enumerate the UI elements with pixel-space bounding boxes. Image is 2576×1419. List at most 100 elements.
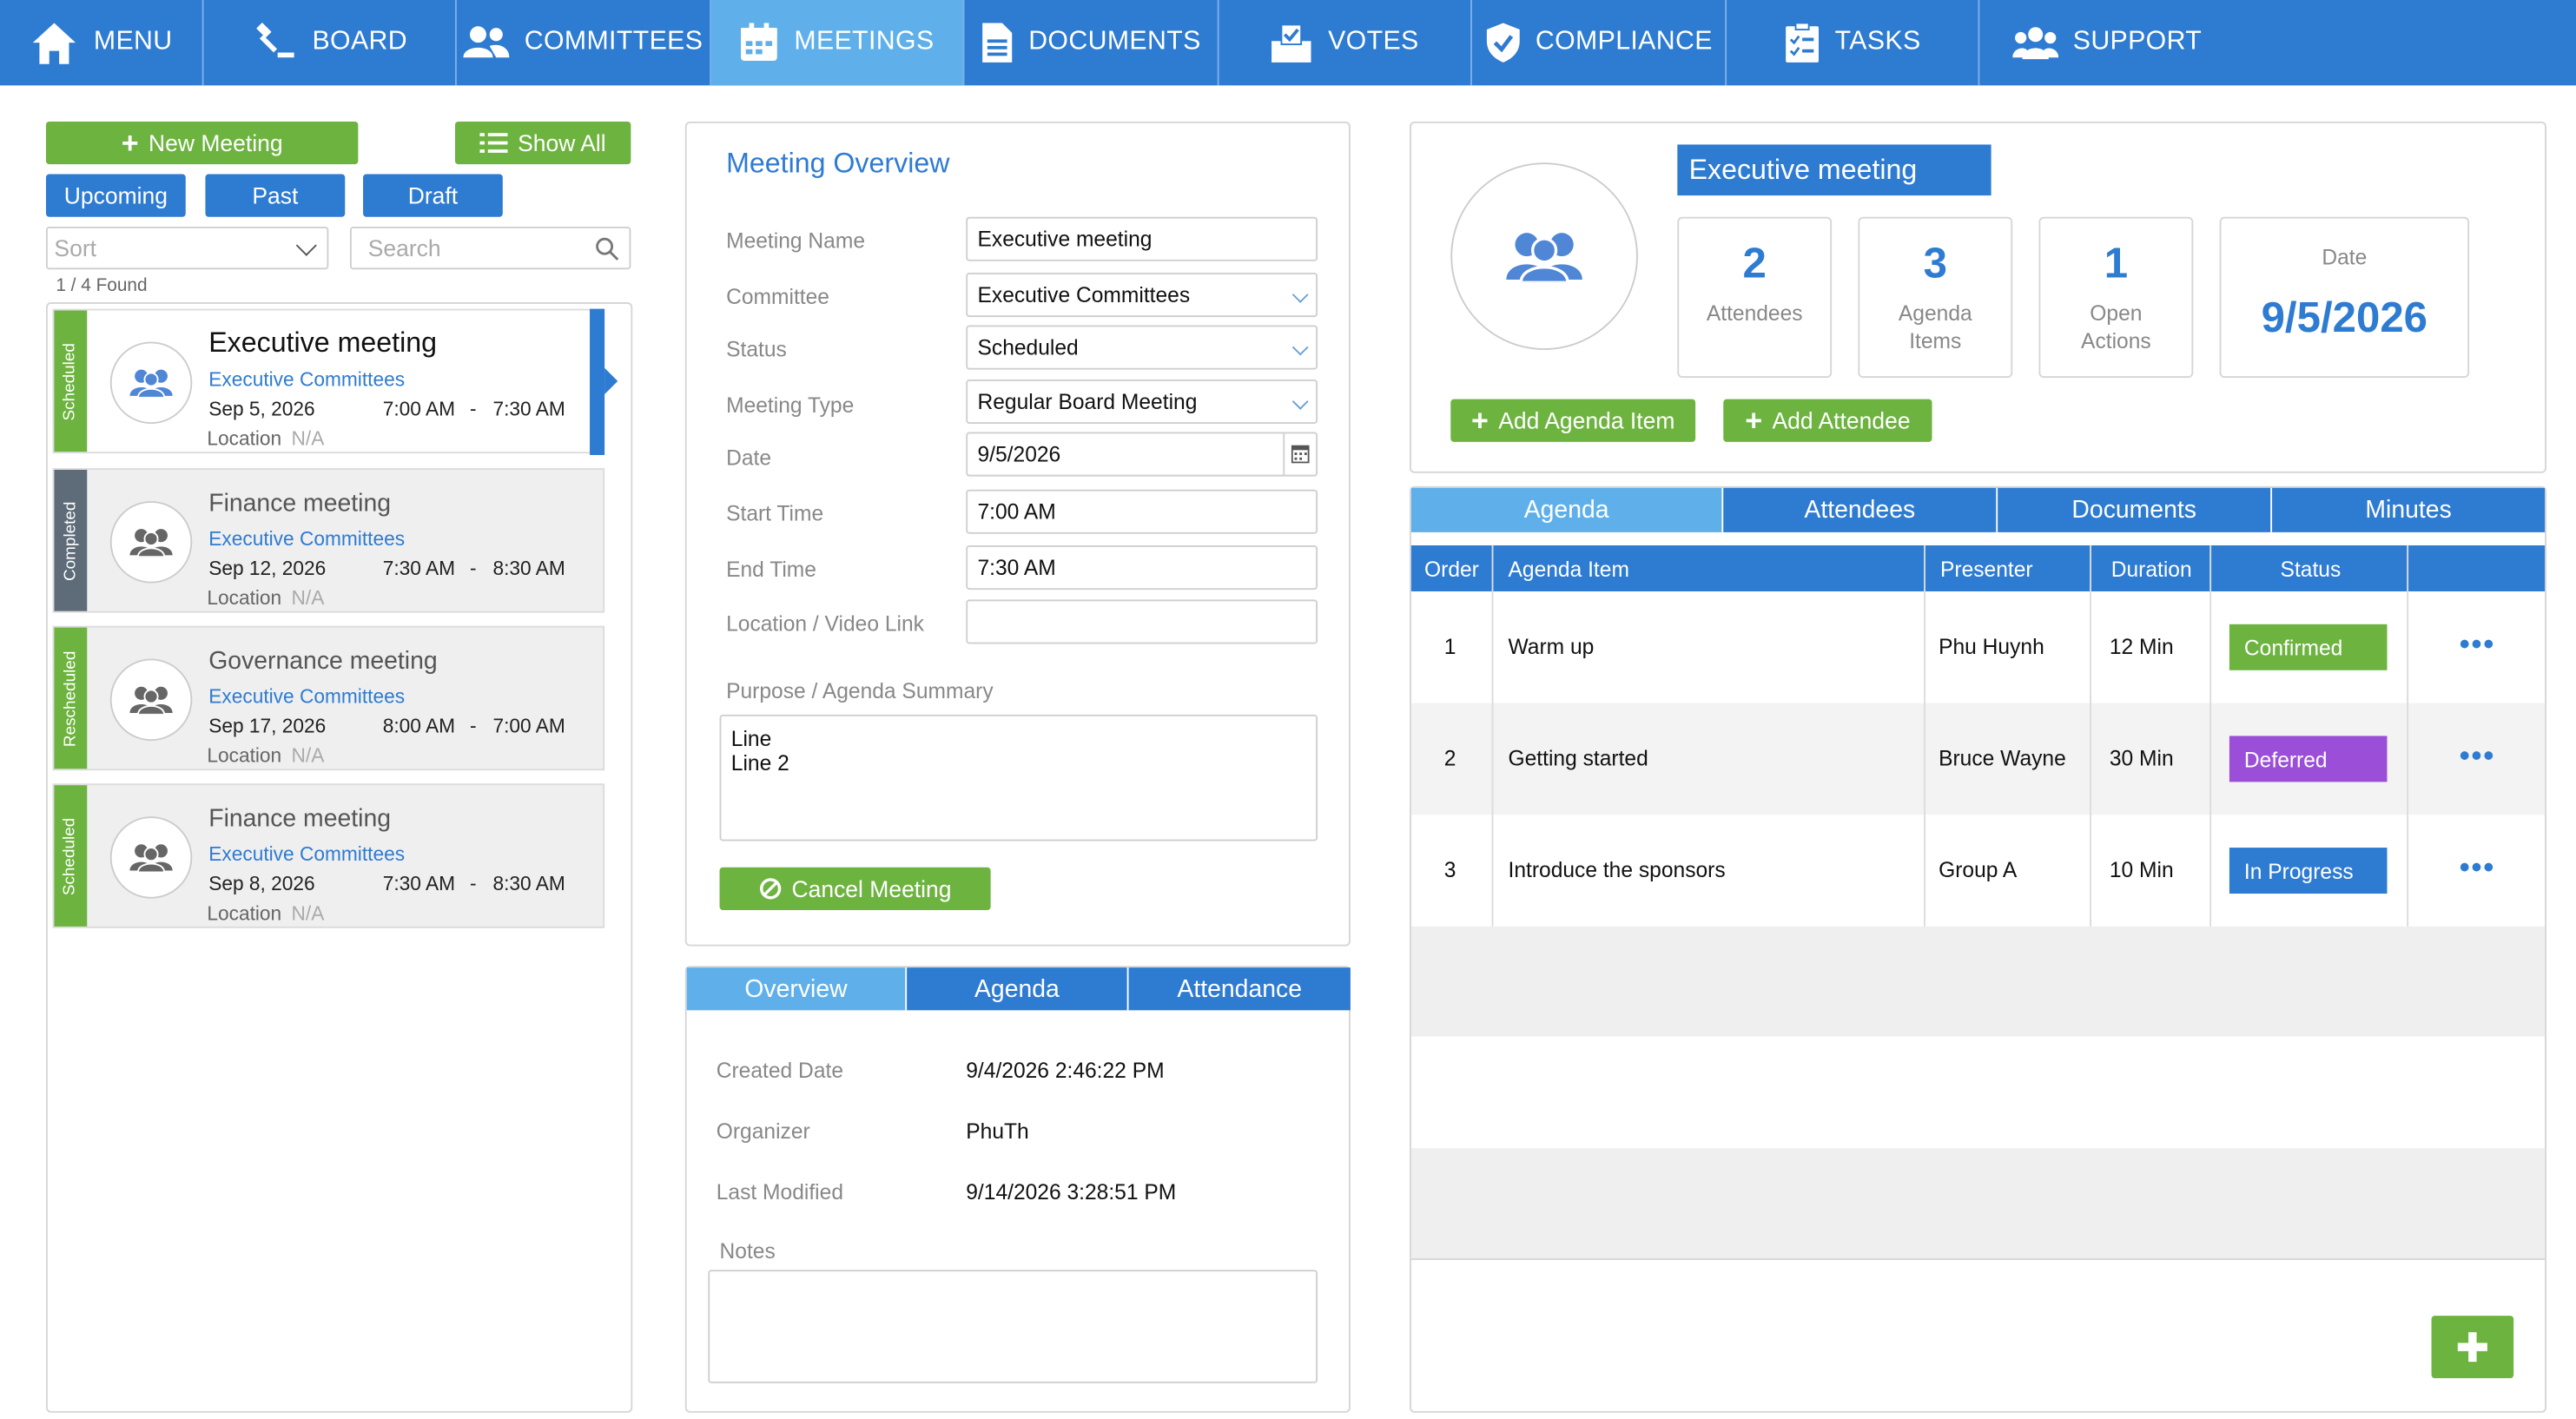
nav-menu[interactable]: MENU bbox=[0, 0, 204, 86]
more-options-icon[interactable]: ••• bbox=[2460, 739, 2495, 774]
table-row[interactable]: 1 Warm up Phu Huynh 12 Min Confirmed ••• bbox=[1411, 591, 2545, 703]
table-row[interactable]: 3 Introduce the sponsors Group A 10 Min … bbox=[1411, 815, 2545, 927]
column-header-status: Status bbox=[2280, 556, 2342, 581]
more-options-icon[interactable]: ••• bbox=[2460, 851, 2495, 886]
location-input[interactable] bbox=[966, 599, 1318, 644]
chevron-down-icon bbox=[1291, 339, 1309, 356]
notes-textarea[interactable] bbox=[708, 1270, 1318, 1383]
group-icon bbox=[129, 844, 173, 873]
selected-indicator bbox=[590, 308, 605, 455]
meeting-committee: Executive Committees bbox=[208, 684, 406, 709]
nav-documents[interactable]: DOCUMENTS bbox=[964, 0, 1219, 86]
stat-date: Date 9/5/2026 bbox=[2219, 216, 2470, 379]
filter-upcoming-button[interactable]: Upcoming bbox=[45, 174, 186, 217]
meeting-end: 8:30 AM bbox=[492, 557, 565, 580]
show-all-label: Show All bbox=[518, 129, 606, 156]
nav-compliance[interactable]: COMPLIANCE bbox=[1472, 0, 1727, 86]
add-attendee-button[interactable]: + Add Attendee bbox=[1723, 399, 1932, 442]
organizer-value: PhuTh bbox=[966, 1119, 1029, 1144]
add-agenda-item-button[interactable]: + Add Agenda Item bbox=[1450, 399, 1696, 442]
nav-support[interactable]: SUPPORT bbox=[1979, 0, 2234, 85]
calendar-picker-icon[interactable] bbox=[1283, 433, 1316, 475]
add-attendee-label: Add Attendee bbox=[1772, 407, 1911, 434]
cancel-meeting-label: Cancel Meeting bbox=[791, 875, 952, 902]
meeting-start: 7:30 AM bbox=[382, 872, 456, 895]
stat-agenda-items: 3 Agenda Items bbox=[1858, 216, 2013, 379]
nav-label: DOCUMENTS bbox=[1028, 28, 1201, 56]
nav-tasks[interactable]: TASKS bbox=[1727, 0, 1980, 86]
new-meeting-label: New Meeting bbox=[149, 129, 283, 156]
committee-select[interactable]: Executive Committees bbox=[966, 273, 1318, 318]
cancel-meeting-button[interactable]: Cancel Meeting bbox=[719, 867, 991, 910]
tab-documents[interactable]: Documents bbox=[1998, 487, 2273, 532]
stat-open-actions: 1 Open Actions bbox=[2038, 216, 2194, 379]
group-icon bbox=[129, 369, 173, 398]
more-options-icon[interactable]: ••• bbox=[2460, 628, 2495, 663]
sort-select[interactable]: Sort bbox=[45, 227, 329, 270]
meeting-large-avatar bbox=[1450, 162, 1638, 350]
ballot-icon bbox=[1271, 23, 1312, 63]
status-stripe: Scheduled bbox=[54, 310, 88, 452]
meeting-card[interactable]: Rescheduled Governance meeting Executive… bbox=[52, 625, 605, 771]
tab-attendees[interactable]: Attendees bbox=[1723, 487, 1998, 532]
column-header-item: Agenda Item bbox=[1508, 556, 1629, 581]
tab-agenda[interactable]: Agenda bbox=[907, 967, 1129, 1011]
organizer-label: Organizer bbox=[716, 1119, 810, 1144]
time-separator: - bbox=[469, 397, 477, 421]
meeting-title: Executive meeting bbox=[208, 327, 437, 359]
show-all-button[interactable]: Show All bbox=[454, 121, 631, 165]
filter-draft-button[interactable]: Draft bbox=[363, 174, 503, 217]
nav-label: COMMITTEES bbox=[524, 28, 703, 56]
checklist-icon bbox=[1785, 22, 1819, 63]
column-header-presenter: Presenter bbox=[1939, 556, 2033, 581]
table-row[interactable]: 2 Getting started Bruce Wayne 30 Min Def… bbox=[1411, 703, 2545, 815]
filter-past-button[interactable]: Past bbox=[205, 174, 346, 217]
start-time-input[interactable]: 7:00 AM bbox=[966, 489, 1318, 534]
meeting-start: 8:00 AM bbox=[382, 714, 456, 738]
meeting-name-input[interactable]: Executive meeting bbox=[966, 216, 1318, 261]
purpose-textarea[interactable]: Line Line 2 bbox=[719, 714, 1318, 842]
meeting-committee: Executive Committees bbox=[208, 842, 406, 866]
tab-overview[interactable]: Overview bbox=[686, 967, 908, 1011]
tab-attendance[interactable]: Attendance bbox=[1128, 967, 1351, 1011]
nav-board[interactable]: BOARD bbox=[204, 0, 457, 86]
shield-check-icon bbox=[1486, 23, 1519, 63]
status-select[interactable]: Scheduled bbox=[966, 325, 1318, 370]
nav-meetings[interactable]: MEETINGS bbox=[711, 0, 965, 86]
meeting-end: 7:30 AM bbox=[492, 397, 565, 421]
date-input[interactable]: 9/5/2026 bbox=[966, 432, 1318, 477]
add-row-button[interactable] bbox=[2431, 1316, 2514, 1379]
time-separator: - bbox=[469, 714, 477, 738]
summary-title: Executive meeting bbox=[1677, 144, 1991, 196]
selected-arrow-icon bbox=[604, 367, 618, 394]
group-icon bbox=[129, 529, 173, 558]
tab-minutes[interactable]: Minutes bbox=[2272, 487, 2546, 532]
nav-votes[interactable]: VOTES bbox=[1219, 0, 1472, 86]
field-label: Status bbox=[726, 336, 787, 362]
meeting-card[interactable]: Scheduled Finance meeting Executive Comm… bbox=[52, 783, 605, 928]
search-icon bbox=[596, 237, 619, 261]
row-duration: 12 Min bbox=[2109, 634, 2174, 659]
row-presenter: Group A bbox=[1939, 857, 2018, 882]
nav-label: MENU bbox=[93, 28, 173, 56]
meeting-avatar bbox=[109, 341, 193, 425]
search-input[interactable]: Search bbox=[349, 227, 631, 270]
plus-icon bbox=[2457, 1332, 2487, 1363]
row-order: 3 bbox=[1443, 857, 1456, 882]
meeting-date: Sep 8, 2026 bbox=[208, 872, 315, 895]
field-label: Committee bbox=[726, 284, 829, 309]
status-stripe: Completed bbox=[54, 469, 88, 611]
meeting-card[interactable]: Completed Finance meeting Executive Comm… bbox=[52, 468, 605, 613]
modified-value: 9/14/2026 3:28:51 PM bbox=[966, 1179, 1177, 1204]
plus-icon: + bbox=[1745, 404, 1763, 438]
meeting-card[interactable]: Scheduled Executive meeting Executive Co… bbox=[52, 308, 591, 454]
status-badge: Deferred bbox=[2229, 736, 2388, 782]
stat-attendees: 2 Attendees bbox=[1677, 216, 1833, 379]
new-meeting-button[interactable]: + New Meeting bbox=[45, 121, 359, 165]
notes-label: Notes bbox=[719, 1238, 776, 1264]
end-time-input[interactable]: 7:30 AM bbox=[966, 545, 1318, 591]
tab-agenda[interactable]: Agenda bbox=[1410, 487, 1724, 532]
meeting-type-select[interactable]: Regular Board Meeting bbox=[966, 379, 1318, 425]
nav-committees[interactable]: COMMITTEES bbox=[457, 0, 712, 86]
time-separator: - bbox=[469, 872, 477, 895]
